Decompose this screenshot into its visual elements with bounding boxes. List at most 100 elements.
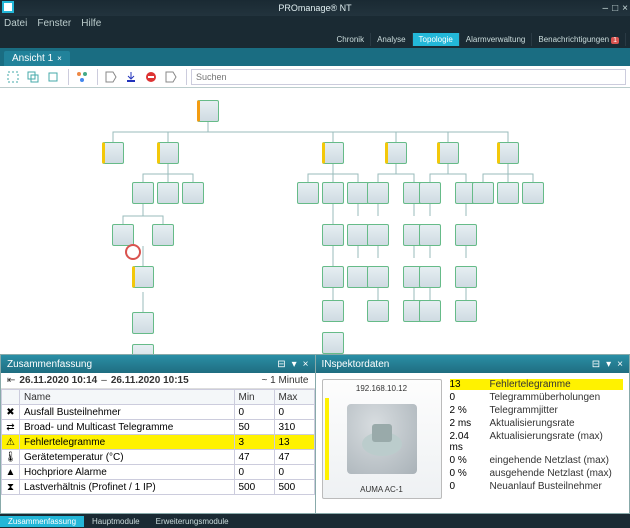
search-input[interactable] [191,69,626,85]
toolbar-tag2-icon[interactable] [162,68,180,86]
node-device[interactable] [367,266,389,288]
node-device[interactable] [497,182,519,204]
table-row[interactable]: ⚠Fehlertelegramme313 [2,435,315,450]
node-device[interactable] [347,266,369,288]
prop-value: 2 % [450,405,484,416]
node-device[interactable] [419,224,441,246]
node-device[interactable] [322,224,344,246]
node-device[interactable] [455,224,477,246]
menu-bar: Datei Fenster Hilfe [0,16,630,30]
node-device[interactable] [152,224,174,246]
topology-canvas[interactable] [0,88,630,376]
table-row[interactable]: ⧗Lastverhältnis (Profinet / 1 IP)500500 [2,480,315,495]
panel-close-icon[interactable]: × [617,359,623,370]
inspector-header[interactable]: INspektordaten ⊟ ▾ × [316,355,630,373]
node-device[interactable] [347,224,369,246]
window-min[interactable]: – [603,3,609,14]
prop-label: Aktualisierungsrate [490,418,575,429]
topology-edges [0,88,630,375]
node-device[interactable] [322,266,344,288]
toolbar-copy-icon[interactable] [24,68,42,86]
menu-help[interactable]: Hilfe [81,18,101,29]
row-min: 47 [234,450,274,465]
panel-pin-icon[interactable]: ⊟ [592,359,600,370]
toolbar-cluster-icon[interactable] [73,68,91,86]
node-device[interactable] [322,300,344,322]
node-device[interactable] [297,182,319,204]
node-root[interactable] [197,100,219,122]
node-hub[interactable] [322,142,344,164]
menu-file[interactable]: Datei [4,18,27,29]
device-card[interactable]: 192.168.10.12 AUMA AC-1 [322,379,442,499]
summary-header[interactable]: Zusammenfassung ⊟ ▾ × [1,355,315,373]
node-device[interactable] [522,182,544,204]
toolbar-sep [68,69,69,85]
nav-tab-alarmverwaltung[interactable]: Alarmverwaltung [460,33,533,46]
row-icon: ▲ [2,465,20,480]
node-device[interactable] [367,300,389,322]
node-device[interactable] [455,300,477,322]
window-max[interactable]: □ [612,3,618,14]
node-device[interactable] [419,182,441,204]
row-max: 500 [274,480,314,495]
toolbar-overlap-icon[interactable] [44,68,62,86]
nav-tab-analyse[interactable]: Analyse [371,33,412,46]
row-max: 0 [274,405,314,420]
node-device[interactable] [347,182,369,204]
view-tab-1[interactable]: Ansicht 1 × [4,51,70,66]
node-device[interactable] [419,266,441,288]
panel-header-controls: ⊟ ▾ × [592,359,623,370]
table-row[interactable]: 🌡Gerätetemperatur (°C)4747 [2,450,315,465]
node-device[interactable] [112,224,134,246]
toolbar-stop-icon[interactable] [142,68,160,86]
node-hub[interactable] [437,142,459,164]
nav-first-icon[interactable]: ⇤ [7,375,15,386]
node-device[interactable] [157,182,179,204]
node-device[interactable] [367,182,389,204]
node-device[interactable] [455,266,477,288]
node-device[interactable] [472,182,494,204]
bottom-tab-hauptmodule[interactable]: Hauptmodule [84,516,148,527]
node-device[interactable] [182,182,204,204]
bottom-tab-erweiterungsmodule[interactable]: Erweiterungsmodule [148,516,237,527]
node-device[interactable] [367,224,389,246]
bottom-tab-zusammenfassung[interactable]: Zusammenfassung [0,516,84,527]
toolbar-download-icon[interactable] [122,68,140,86]
summary-panel: Zusammenfassung ⊟ ▾ × ⇤ 26.11.2020 10:14… [0,354,316,514]
bottom-tabs: ZusammenfassungHauptmoduleErweiterungsmo… [0,514,630,528]
node-device-highlighted[interactable] [132,266,154,288]
view-tab-label: Ansicht 1 [12,53,53,64]
col-name[interactable]: Name [20,390,235,405]
panel-dropdown-icon[interactable]: ▾ [606,359,611,370]
panel-pin-icon[interactable]: ⊟ [277,359,285,370]
node-hub[interactable] [497,142,519,164]
nav-tab-chronik[interactable]: Chronik [331,33,372,46]
window-close[interactable]: × [622,3,628,14]
toolbar-fit-icon[interactable] [4,68,22,86]
node-hub[interactable] [157,142,179,164]
node-device[interactable] [132,182,154,204]
menu-window[interactable]: Fenster [37,18,71,29]
panel-dropdown-icon[interactable]: ▾ [292,359,297,370]
toolbar-tag-icon[interactable] [102,68,120,86]
col-max[interactable]: Max [274,390,314,405]
node-hub[interactable] [385,142,407,164]
node-hub[interactable] [102,142,124,164]
node-device[interactable] [132,312,154,334]
col-icon[interactable] [2,390,20,405]
table-row[interactable]: ✖Ausfall Busteilnehmer00 [2,405,315,420]
panel-close-icon[interactable]: × [303,359,309,370]
table-row[interactable]: ⇄Broad- und Multicast Telegramme50310 [2,420,315,435]
node-device[interactable] [322,182,344,204]
node-device[interactable] [419,300,441,322]
row-icon: ⧗ [2,480,20,495]
inspector-row: 0Telegrammüberholungen [450,392,624,403]
nav-tab-benachrichtigungen[interactable]: Benachrichtigungen1 [532,33,626,46]
node-device[interactable] [322,332,344,354]
table-row[interactable]: ▲Hochpriore Alarme00 [2,465,315,480]
view-tab-close[interactable]: × [57,54,62,63]
nav-tab-topologie[interactable]: Topologie [413,33,460,46]
col-min[interactable]: Min [234,390,274,405]
error-highlight-circle [125,244,141,260]
row-min: 3 [234,435,274,450]
